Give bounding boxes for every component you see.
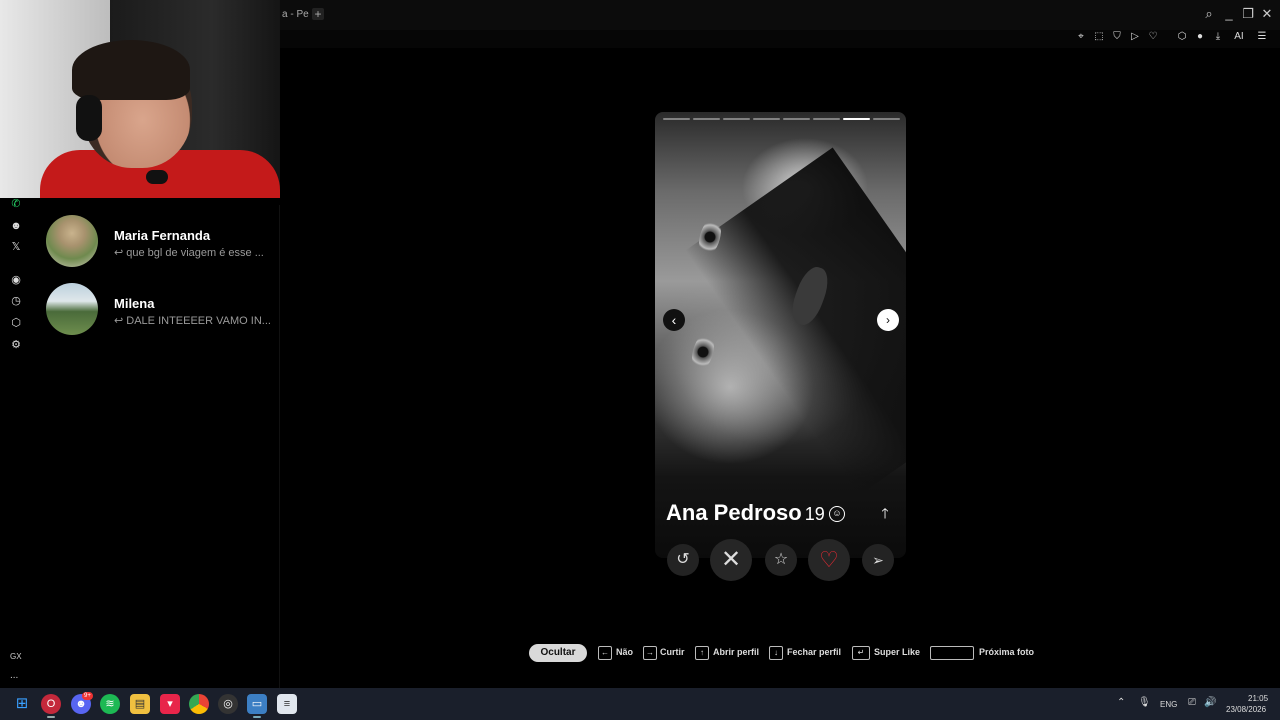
photo-progress-segment [663, 118, 690, 120]
super-like-button[interactable]: ☆ [765, 544, 797, 576]
minimize-icon[interactable]: _ [1221, 7, 1237, 21]
whatsapp-icon[interactable]: ✆ [8, 196, 24, 212]
profile-icon[interactable]: ● [1193, 30, 1207, 44]
like-button[interactable]: ♡ [808, 539, 850, 581]
shortcut-label: Curtir [660, 647, 685, 657]
shortcut-key: ↵ [852, 646, 870, 660]
app-icon[interactable]: ▾ [160, 694, 180, 714]
microphone-icon[interactable]: 🎙 [1138, 697, 1151, 708]
shortcut-key: ← [598, 646, 612, 660]
chat-list-item[interactable]: Maria Fernanda ↩ que bgl de viagem é ess… [32, 215, 280, 275]
profile-name-row[interactable]: Ana Pedroso 19 [666, 500, 825, 526]
ai-button[interactable]: AI [1229, 30, 1249, 44]
shortcut-key: ↓ [769, 646, 783, 660]
notepad-icon[interactable]: ≡ [277, 694, 297, 714]
settings-gear-icon[interactable]: ⚙ [8, 337, 24, 353]
gx-label[interactable]: GX [10, 652, 22, 661]
shortcut-key: ↑ [695, 646, 709, 660]
avatar [46, 283, 98, 335]
spotify-icon[interactable]: ≋ [100, 694, 120, 714]
pin-icon[interactable]: ⌖ [1074, 30, 1088, 44]
photo-progress-segment [753, 118, 780, 120]
restore-icon[interactable]: ❐ [1240, 7, 1256, 21]
player-icon[interactable]: ◉ [8, 272, 24, 288]
tab-title[interactable]: a - Pe [282, 9, 309, 20]
network-icon[interactable]: ⎚ [1188, 697, 1196, 708]
download-icon[interactable]: ⤓ [1211, 30, 1225, 44]
boost-button[interactable]: ➢ [862, 544, 894, 576]
close-icon[interactable]: ✕ [1259, 7, 1275, 21]
menu-icon[interactable]: ☰ [1255, 30, 1269, 44]
avatar [46, 215, 98, 267]
history-icon[interactable]: ◷ [8, 293, 24, 309]
shortcut-label: Fechar perfil [787, 647, 842, 657]
boost-icon: ➢ [872, 552, 884, 568]
x-twitter-icon[interactable]: 𝕏 [8, 239, 24, 255]
tray-expand-icon[interactable]: ⌃ [1117, 697, 1125, 708]
chat-contact-name: Milena [114, 296, 155, 311]
volume-icon[interactable]: 🔊 [1204, 697, 1216, 708]
rewind-button[interactable]: ↺ [667, 544, 699, 576]
search-icon[interactable]: ⌕ [1201, 7, 1217, 21]
more-icon[interactable]: ... [10, 670, 18, 681]
profile-name: Ana Pedroso [666, 500, 802, 525]
photo-progress-segment [783, 118, 810, 120]
nope-button[interactable]: ✕ [710, 539, 752, 581]
language-indicator[interactable]: ENG [1160, 700, 1177, 709]
discord-icon[interactable]: ☻ [8, 218, 24, 234]
browser-tab-bar: a - Pe + [280, 0, 1280, 30]
opera-gx-icon[interactable]: O [41, 694, 61, 714]
hide-shortcuts-button[interactable]: Ocultar [529, 644, 587, 662]
webcam-headset [76, 95, 102, 141]
obs-icon[interactable]: ◎ [218, 694, 238, 714]
shield-icon[interactable]: ⛉ [1110, 30, 1124, 44]
discord-notification-badge: 9+ [82, 692, 93, 700]
file-explorer-icon[interactable]: ▤ [130, 694, 150, 714]
profile-age: 19 [804, 504, 825, 524]
photo-progress-segment [693, 118, 720, 120]
task-active-indicator [253, 716, 261, 718]
rewind-icon: ↺ [676, 551, 690, 568]
chat-last-message: ↩ DALE INTEEEER VAMO IN... [114, 315, 271, 327]
shortcut-label: Abrir perfil [713, 647, 760, 657]
webcam-person-hair [72, 40, 190, 100]
chat-last-message: ↩ que bgl de viagem é esse ... [114, 247, 264, 259]
shortcut-label: Não [616, 647, 634, 657]
windows-start-icon[interactable]: ⊞ [12, 694, 32, 714]
webcam-microphone [146, 170, 168, 184]
extensions-icon[interactable]: ⬡ [8, 315, 24, 331]
open-profile-arrow-icon[interactable]: 🡑 [876, 504, 894, 522]
photo-progress-segment [843, 118, 870, 120]
chrome-icon[interactable] [189, 694, 209, 714]
new-tab-button[interactable]: + [312, 8, 324, 20]
super-like-icon: ☆ [773, 551, 789, 568]
shortcut-label: Próxima foto [979, 647, 1035, 657]
previous-photo-button[interactable]: ‹ [663, 309, 685, 331]
heart-icon[interactable]: ♡ [1146, 30, 1160, 44]
matches-chat-panel: Maria Fernanda ↩ que bgl de viagem é ess… [32, 205, 280, 688]
shortcut-key: → [643, 646, 657, 660]
verified-icon: ☺ [829, 506, 845, 522]
photo-progress-segment [723, 118, 750, 120]
webcam-overlay [0, 0, 280, 198]
photo-progress-segment [873, 118, 900, 120]
media-app-icon[interactable]: ▭ [247, 694, 267, 714]
next-photo-button[interactable]: › [877, 309, 899, 331]
profile-card[interactable] [655, 112, 906, 558]
like-icon: ♡ [819, 547, 839, 572]
shortcut-label: Super Like [874, 647, 921, 657]
chat-contact-name: Maria Fernanda [114, 228, 211, 243]
clock-time[interactable]: 21:05 [1248, 694, 1268, 703]
play-icon[interactable]: ▷ [1128, 30, 1142, 44]
task-running-indicator [47, 716, 55, 718]
chat-list-item[interactable]: Milena ↩ DALE INTEEEER VAMO IN... [32, 283, 280, 343]
photo-progress-indicator [663, 118, 900, 121]
snapshot-icon[interactable]: ⬚ [1092, 30, 1106, 44]
photo-progress-segment [813, 118, 840, 120]
shortcut-key-space [930, 646, 974, 660]
nope-icon: ✕ [720, 546, 742, 573]
extensions-icon[interactable]: ⬡ [1175, 30, 1189, 44]
clock-date[interactable]: 23/08/2026 [1226, 705, 1266, 714]
